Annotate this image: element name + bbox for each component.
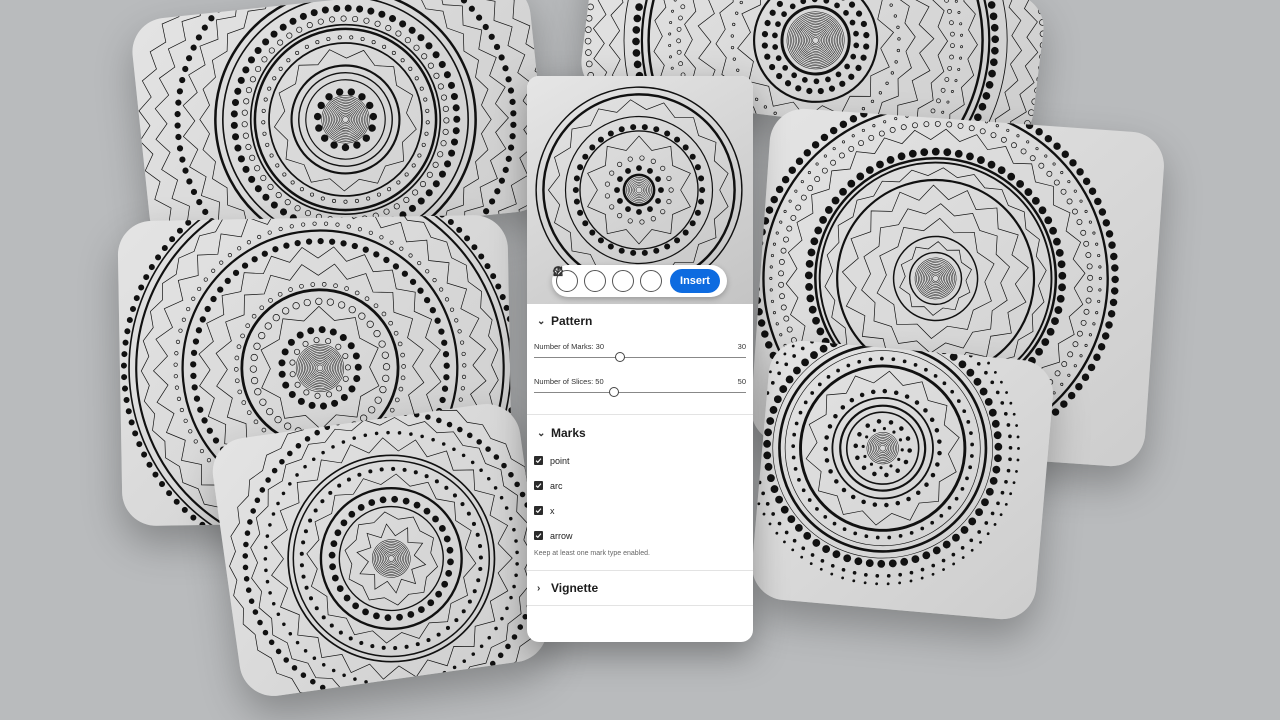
insert-button[interactable]: Insert — [670, 269, 720, 293]
checkbox[interactable] — [534, 481, 543, 490]
marks-value: 30 — [737, 342, 746, 351]
mandala-art — [229, 399, 552, 701]
mark-option-label: x — [550, 505, 555, 516]
mark-options-list: point arc x arrow — [527, 448, 753, 548]
slices-slider[interactable] — [534, 386, 746, 400]
checkmark-icon — [535, 508, 542, 514]
mark-option-arc[interactable]: arc — [527, 473, 753, 498]
mandala-generator-panel: Insert ⌄ Pattern Number of Marks: 30 30 … — [527, 76, 753, 642]
download-icon — [553, 266, 563, 277]
mark-option-x[interactable]: x — [527, 498, 753, 523]
checkbox[interactable] — [534, 456, 543, 465]
slices-slider-thumb[interactable] — [608, 387, 619, 397]
pattern-preview: Insert — [527, 76, 753, 304]
background-card-1 — [129, 0, 551, 251]
marks-slider-label-row: Number of Marks: 30 30 — [527, 342, 753, 351]
pattern-section-header[interactable]: ⌄ Pattern — [527, 314, 753, 328]
checkbox[interactable] — [534, 506, 543, 515]
divider — [527, 605, 753, 606]
slices-value: 50 — [737, 377, 746, 386]
marks-label: Number of Marks: 30 — [534, 342, 605, 351]
slices-slider-label-row: Number of Slices: 50 50 — [527, 377, 753, 386]
mandala-art — [749, 338, 1020, 586]
mark-option-arrow[interactable]: arrow — [527, 523, 753, 548]
checkmark-icon — [535, 533, 542, 539]
marks-hint: Keep at least one mark type enabled. — [534, 550, 650, 557]
vignette-section-header[interactable]: › Vignette — [527, 581, 753, 595]
pattern-title: Pattern — [551, 314, 593, 328]
chevron-down-icon: ⌄ — [537, 427, 546, 439]
background-card-6 — [749, 338, 1056, 622]
mandala-art — [138, 0, 551, 251]
chevron-down-icon: ⌄ — [537, 315, 546, 327]
marks-slider-thumb[interactable] — [614, 352, 625, 362]
background-card-5 — [208, 399, 552, 701]
checkmark-icon — [535, 483, 542, 489]
vignette-title: Vignette — [551, 581, 599, 595]
download-button[interactable] — [553, 266, 662, 292]
mark-option-point[interactable]: point — [527, 448, 753, 473]
slider-track — [534, 357, 746, 358]
shuffle-button[interactable] — [553, 266, 606, 292]
slices-label: Number of Slices: 50 — [534, 377, 604, 386]
preview-toolbar: Insert — [552, 265, 727, 297]
marks-title: Marks — [551, 426, 586, 440]
checkbox[interactable] — [534, 531, 543, 540]
mark-option-label: point — [550, 455, 570, 466]
settings-panel: ⌄ Pattern Number of Marks: 30 30 Number … — [527, 304, 753, 606]
mark-option-label: arc — [550, 480, 563, 491]
marks-section-header[interactable]: ⌄ Marks — [527, 426, 753, 440]
reset-button[interactable] — [553, 266, 634, 292]
checkmark-icon — [535, 458, 542, 464]
marks-slider[interactable] — [534, 351, 746, 365]
slider-track — [534, 392, 746, 393]
mark-option-label: arrow — [550, 530, 573, 541]
chevron-right-icon: › — [537, 582, 541, 594]
